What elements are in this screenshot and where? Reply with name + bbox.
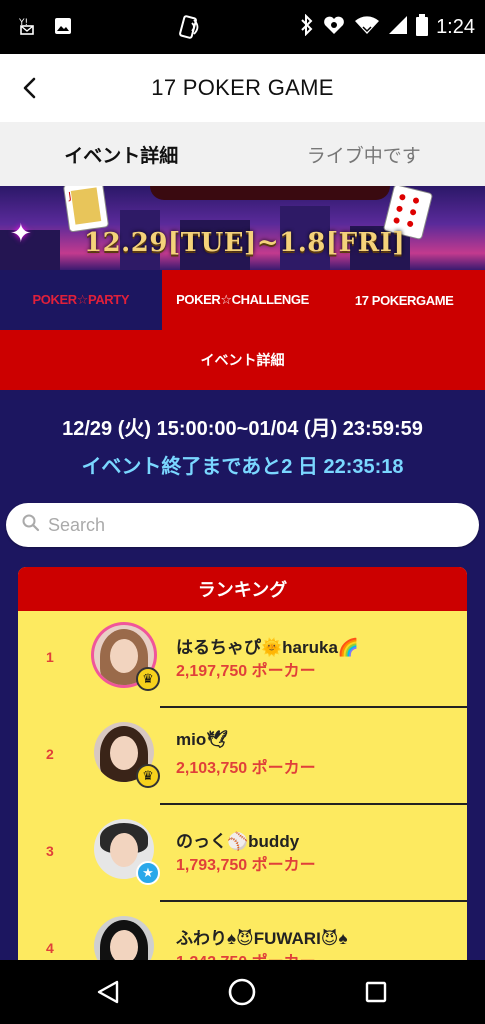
tab-live-now[interactable]: ライブ中です <box>243 122 485 186</box>
ranking-title: ランキング <box>18 567 467 611</box>
crown-icon: ♛ <box>136 667 160 691</box>
streamer-name: ふわり♠😈FUWARI😈♠ <box>176 929 348 948</box>
nfc-icon <box>178 14 200 45</box>
screen: Y! 1:24 17 POKER GAME イベント詳細 ライブ中です J ✦ … <box>0 0 485 1024</box>
yahoo-mail-icon: Y! <box>18 16 38 39</box>
event-countdown: イベント終了まであと2 日 22:35:18 <box>81 456 404 478</box>
page-title: 17 POKER GAME <box>151 75 334 100</box>
poker-score: 1,793,750 ポーカー <box>176 857 316 874</box>
wifi-icon <box>354 15 380 40</box>
nav-event-details[interactable]: イベント詳細 <box>0 330 485 390</box>
vpn-heart-icon <box>322 14 346 41</box>
search-icon <box>22 514 40 537</box>
rank-number: 3 <box>46 843 54 859</box>
tab-bar: イベント詳細 ライブ中です <box>0 122 485 186</box>
rank-number: 2 <box>46 746 54 762</box>
app-bar: 17 POKER GAME <box>0 54 485 122</box>
home-nav-button[interactable] <box>224 974 260 1010</box>
rank-number: 4 <box>46 940 54 956</box>
event-period: 12/29 (火) 15:00:00~01/04 (月) 23:59:59 <box>62 418 423 440</box>
streamer-name: はるちゃぴ🌞haruka🌈 <box>176 638 360 657</box>
poker-score: 2,197,750 ポーカー <box>176 663 316 680</box>
playing-card-left: J <box>62 186 110 233</box>
sparkle-icon: ✦ <box>10 218 32 248</box>
status-bar: Y! 1:24 <box>0 0 485 54</box>
bluetooth-icon <box>300 13 314 41</box>
poker-score: 2,103,750 ポーカー <box>176 760 316 777</box>
nav-poker-challenge[interactable]: POKER☆CHALLENGE <box>162 270 324 330</box>
streamer-name: のっく⚾buddy <box>176 832 300 851</box>
search-input[interactable] <box>48 514 428 536</box>
crown-icon: ♛ <box>136 764 160 788</box>
rank-number: 1 <box>46 649 54 665</box>
triangle-back-icon <box>97 980 119 1004</box>
battery-icon <box>416 14 429 41</box>
signal-icon <box>388 15 408 40</box>
tab-event-details[interactable]: イベント詳細 <box>0 122 243 186</box>
system-nav-bar <box>0 960 485 1024</box>
back-nav-button[interactable] <box>90 974 126 1010</box>
banner-date: 12.29[TUE]~1.8[FRI] <box>84 228 406 258</box>
nav-17-pokergame[interactable]: 17 POKERGAME <box>323 270 485 330</box>
ranking-panel: ランキング 1 ♛ はるちゃぴ🌞haruka🌈 2,197,750 ポーカー 2… <box>18 567 467 987</box>
event-nav: POKER☆PARTY POKER☆CHALLENGE 17 POKERGAME… <box>0 270 485 390</box>
recents-nav-button[interactable] <box>358 974 394 1010</box>
streamer-name: mio🕊 <box>176 730 228 749</box>
square-recents-icon <box>365 981 387 1003</box>
search-bar[interactable] <box>6 503 479 547</box>
image-icon <box>54 17 72 38</box>
circle-home-icon <box>228 978 256 1006</box>
list-item[interactable]: 2 ♛ mio🕊 2,103,750 ポーカー <box>18 708 467 805</box>
star-icon: ★ <box>136 861 160 885</box>
event-banner: J ✦ 12.29[TUE]~1.8[FRI] <box>0 186 485 270</box>
list-item[interactable]: 3 ★ のっく⚾buddy 1,793,750 ポーカー <box>18 805 467 902</box>
nav-poker-party[interactable]: POKER☆PARTY <box>0 270 162 330</box>
list-item[interactable]: 1 ♛ はるちゃぴ🌞haruka🌈 2,197,750 ポーカー <box>18 611 467 708</box>
clock: 1:24 <box>436 16 475 38</box>
